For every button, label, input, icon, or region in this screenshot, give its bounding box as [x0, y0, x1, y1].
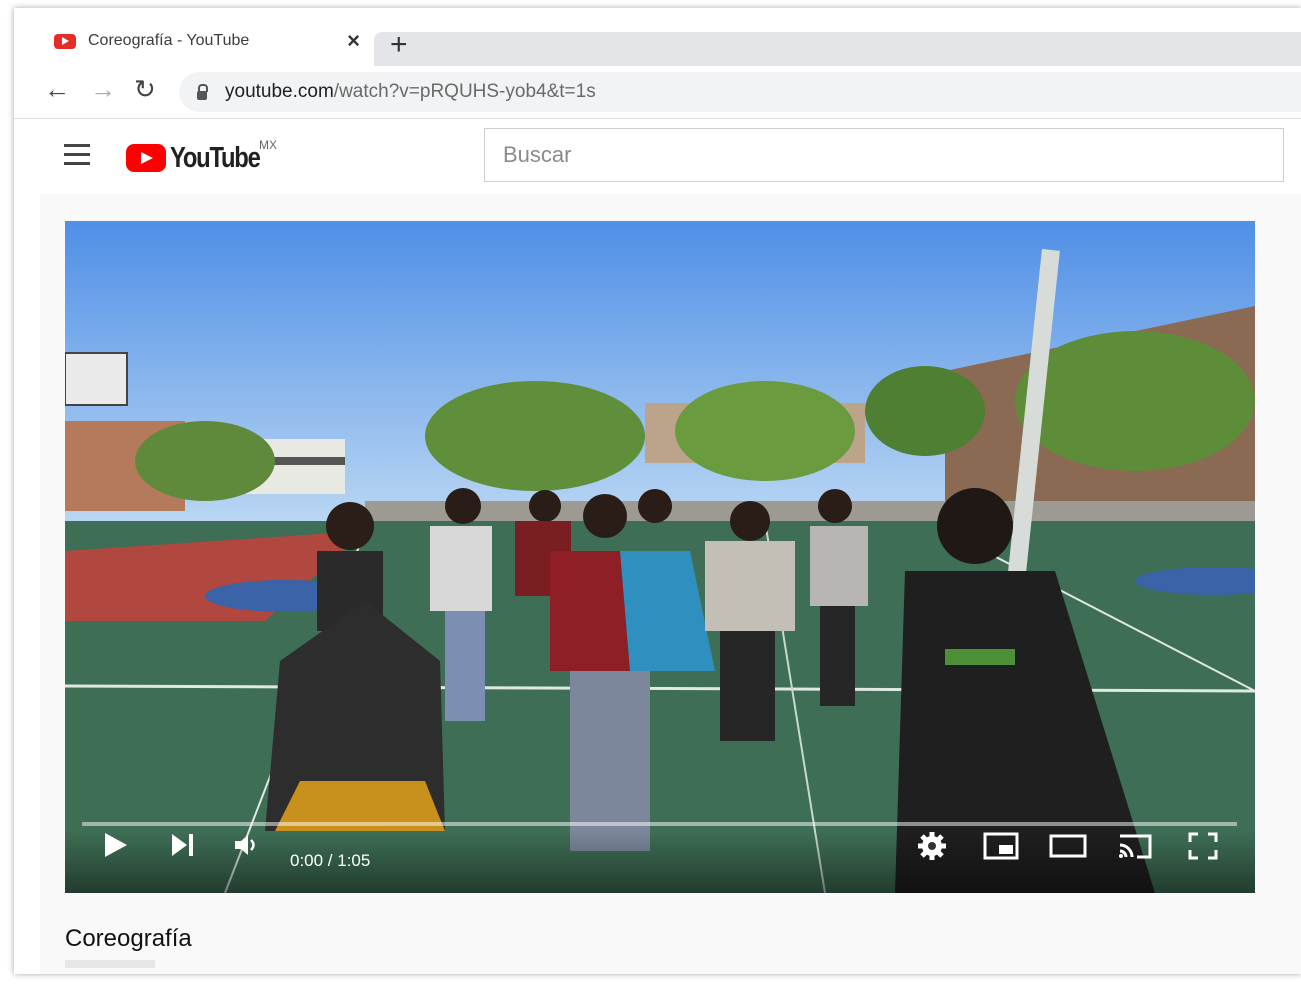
tab-title: Coreografía - YouTube	[88, 32, 250, 49]
progress-bar[interactable]	[82, 822, 1237, 826]
url-path: /watch?v=pRQUHS-yob4&t=1s	[333, 81, 596, 102]
tab-strip-empty: +	[374, 28, 1301, 66]
youtube-header: YouTube MX Buscar	[40, 120, 1301, 194]
browser-tab[interactable]: Coreografía - YouTube ×	[40, 22, 370, 60]
play-icon[interactable]	[103, 831, 129, 859]
youtube-wordmark: YouTube	[170, 142, 261, 174]
youtube-play-logo-icon	[126, 144, 166, 172]
lock-icon[interactable]	[197, 83, 208, 100]
back-arrow-icon[interactable]: ←	[44, 74, 70, 105]
country-code: MX	[259, 138, 277, 152]
forward-arrow-icon[interactable]: →	[90, 74, 116, 105]
time-display: 0:00 / 1:05	[290, 851, 371, 870]
miniplayer-icon[interactable]	[983, 831, 1019, 861]
new-tab-icon[interactable]: +	[390, 28, 408, 62]
close-tab-icon[interactable]: ×	[347, 28, 360, 54]
url-text[interactable]: youtube.com/watch?v=pRQUHS-yob4&t=1s	[225, 81, 596, 103]
browser-toolbar: ← → ↻ youtube.com/watch?v=pRQUHS-yob4&t=…	[14, 66, 1301, 119]
youtube-logo[interactable]: YouTube MX	[126, 138, 296, 178]
fullscreen-icon[interactable]	[1187, 831, 1219, 861]
channel-placeholder-bar	[65, 960, 155, 968]
settings-icon[interactable]	[917, 831, 947, 861]
tab-strip: Coreografía - YouTube × +	[14, 8, 1301, 66]
video-player[interactable]: 0:00 / 1:05	[65, 221, 1255, 893]
youtube-favicon-icon	[54, 33, 76, 49]
search-input[interactable]: Buscar	[484, 128, 1284, 182]
address-bar[interactable]: youtube.com/watch?v=pRQUHS-yob4&t=1s	[179, 72, 1301, 112]
url-host: youtube.com	[225, 81, 334, 102]
reload-icon[interactable]: ↻	[134, 74, 156, 105]
video-title: Coreografía	[65, 925, 192, 952]
player-controls: 0:00 / 1:05	[65, 831, 1255, 893]
menu-hamburger-icon[interactable]	[64, 144, 90, 165]
video-frame	[65, 221, 1255, 893]
volume-icon[interactable]	[233, 831, 261, 859]
theater-icon[interactable]	[1049, 831, 1087, 861]
cast-icon[interactable]	[1117, 831, 1153, 861]
next-icon[interactable]	[169, 831, 197, 859]
